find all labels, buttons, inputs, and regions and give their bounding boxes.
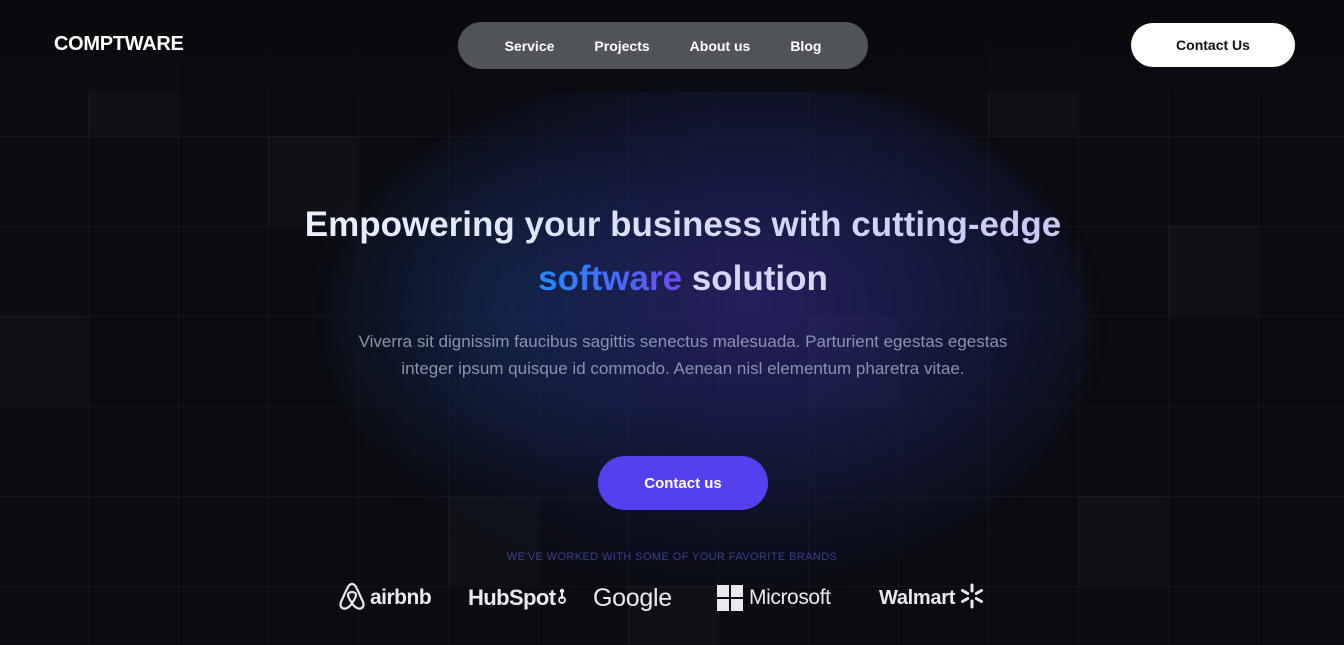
hero-title-end: solution bbox=[691, 259, 828, 298]
landing-page: COMPTWARE Service Projects About us Blog… bbox=[0, 0, 1344, 645]
hero-contact-button[interactable]: Contact us bbox=[598, 456, 768, 510]
google-logo-icon: Google bbox=[593, 583, 672, 612]
header-contact-button[interactable]: Contact Us bbox=[1131, 23, 1295, 67]
brand-logos: airbnb HubSpot Google Microsoft Walmart bbox=[336, 578, 996, 618]
walmart-spark-icon bbox=[959, 583, 985, 613]
site-logo[interactable]: COMPTWARE bbox=[54, 33, 184, 56]
main-nav: Service Projects About us Blog bbox=[458, 22, 868, 69]
brand-name: HubSpot bbox=[468, 585, 556, 610]
nav-item-projects[interactable]: Projects bbox=[594, 38, 649, 54]
hero-title-accent: software bbox=[538, 259, 683, 298]
background-tile bbox=[0, 316, 87, 405]
top-navigation-bar: COMPTWARE Service Projects About us Blog… bbox=[0, 0, 1344, 92]
airbnb-logo-icon bbox=[338, 581, 366, 615]
nav-item-blog[interactable]: Blog bbox=[790, 38, 821, 54]
brands-caption: WE'VE WORKED WITH SOME OF YOUR FAVORITE … bbox=[506, 551, 838, 563]
hero-title: Empowering your business with cutting-ed… bbox=[300, 198, 1066, 306]
brand-name: Microsoft bbox=[749, 586, 831, 609]
microsoft-logo-icon bbox=[717, 585, 743, 611]
brand-airbnb: airbnb bbox=[338, 578, 432, 618]
background-tile bbox=[1078, 496, 1167, 585]
hero-glow-secondary bbox=[300, 120, 720, 500]
hubspot-logo-icon bbox=[557, 587, 567, 609]
nav-item-about-us[interactable]: About us bbox=[690, 38, 751, 54]
hero-subtitle: Viverra sit dignissim faucibus sagittis … bbox=[358, 332, 1008, 378]
brand-walmart: Walmart bbox=[879, 578, 985, 618]
brand-name: Walmart bbox=[879, 586, 956, 609]
brand-hubspot: HubSpot bbox=[468, 578, 567, 618]
brand-name: airbnb bbox=[370, 586, 432, 609]
brand-microsoft: Microsoft bbox=[717, 578, 831, 618]
brand-google: Google bbox=[593, 578, 672, 618]
hero-title-main: Empowering your business with cutting-ed… bbox=[304, 205, 1062, 244]
background-tile bbox=[1168, 226, 1257, 315]
nav-item-service[interactable]: Service bbox=[505, 38, 555, 54]
